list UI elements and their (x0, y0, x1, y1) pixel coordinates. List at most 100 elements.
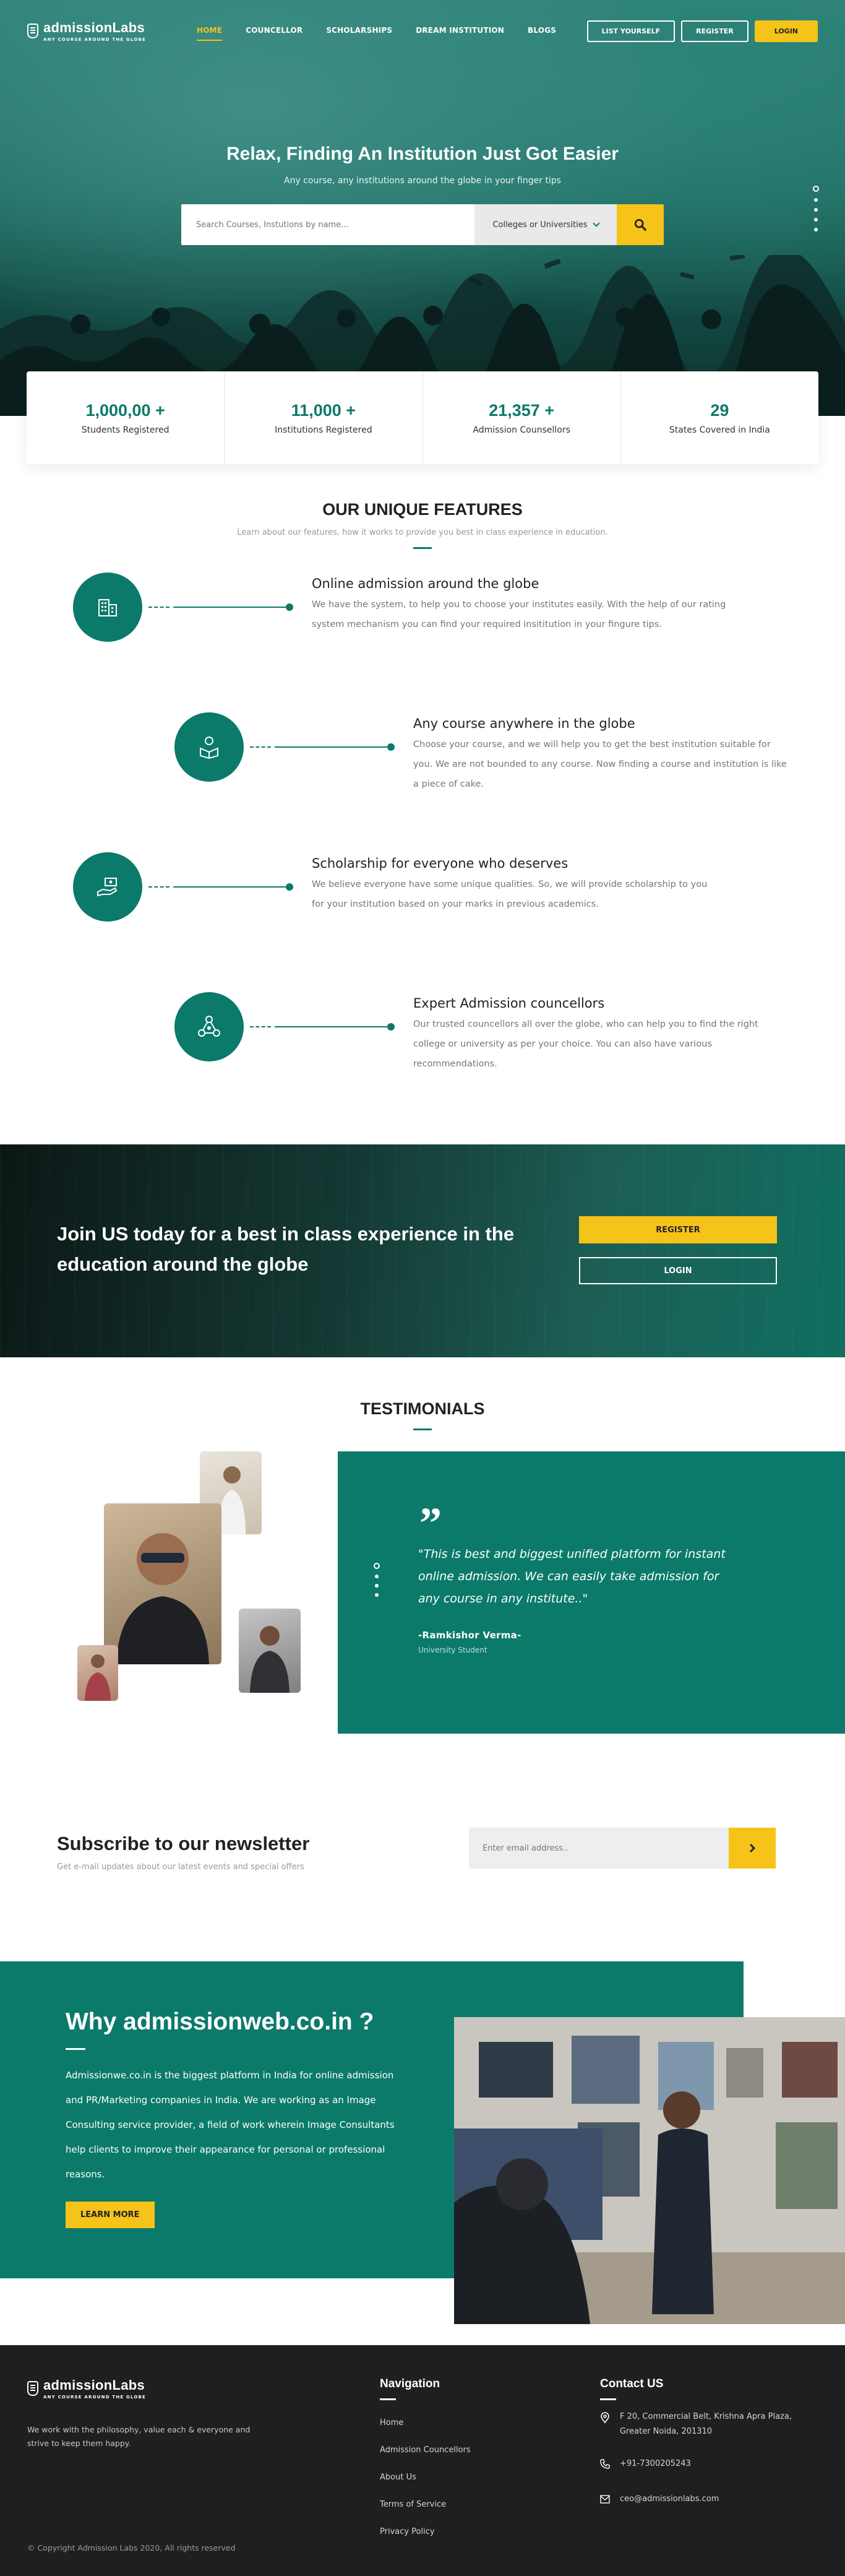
feature-text: We believe everyone have some unique qua… (312, 880, 708, 909)
brand-tagline: ANY COURSE AROUND THE GLOBE (43, 37, 147, 42)
slider-dot[interactable] (813, 186, 819, 192)
learn-more-button[interactable]: LEARN MORE (66, 2202, 155, 2228)
search-bar: Colleges or Universities (181, 204, 664, 245)
top-navigation: admissionLabs ANY COURSE AROUND THE GLOB… (0, 0, 845, 62)
list-yourself-button[interactable]: LIST YOURSELF (586, 20, 676, 42)
testimonial-dot[interactable] (375, 1593, 379, 1597)
title-underline (380, 2398, 396, 2400)
feature-text: Choose your course, and we will help you… (413, 740, 787, 789)
features-title: OUR UNIQUE FEATURES (322, 500, 523, 519)
building-icon (98, 599, 117, 616)
slider-dot[interactable] (814, 228, 818, 231)
feature-connector (148, 883, 293, 891)
slider-dot[interactable] (814, 198, 818, 202)
mail-icon (600, 2492, 611, 2509)
stat-label: Institutions Registered (275, 425, 372, 435)
stat-institutions: 11,000 + Institutions Registered (225, 371, 423, 464)
brand-logo[interactable]: admissionLabs ANY COURSE AROUND THE GLOB… (27, 20, 146, 42)
feature-connector (250, 1023, 395, 1031)
feature-icon-circle (174, 712, 244, 782)
search-button[interactable] (617, 204, 664, 245)
testimonial-card: ” "This is best and biggest unified plat… (338, 1451, 845, 1734)
chevron-right-icon (749, 1843, 756, 1853)
hero-title: Relax, Finding An Institution Just Got E… (226, 144, 619, 164)
join-cta-section: Join US today for a best in class experi… (0, 1144, 845, 1357)
nav-dream-institution[interactable]: DREAM INSTITUTION (416, 21, 504, 41)
address-text: F 20, Commercial Belt, Krishna Apra Plaz… (620, 2412, 792, 2436)
feature-item: Online admission around the globe We hav… (0, 573, 845, 712)
newsletter-title: Subscribe to our newsletter (57, 1833, 310, 1854)
footer-link-terms[interactable]: Terms of Service (380, 2491, 471, 2518)
search-input[interactable] (181, 204, 474, 245)
nav-scholarships[interactable]: SCHOLARSHIPS (326, 21, 392, 41)
feature-item: Expert Admission councellors Our trusted… (0, 992, 845, 1132)
cta-register-button[interactable]: REGISTER (579, 1216, 777, 1243)
footer-link-home[interactable]: Home (380, 2410, 471, 2437)
map-pin-icon (600, 2410, 611, 2439)
nav-councellor[interactable]: COUNCELLOR (246, 21, 302, 41)
main-menu: HOME COUNCELLOR SCHOLARSHIPS DREAM INSTI… (197, 21, 556, 41)
site-footer: admissionLabs ANY COURSE AROUND THE GLOB… (0, 2345, 845, 2576)
testimonial-author: -Ramkishor Verma- (418, 1630, 521, 1641)
stat-value: 21,357 + (489, 400, 555, 420)
copyright-text: © Copyright Admission Labs 2020, All rig… (27, 2543, 236, 2552)
nav-home[interactable]: HOME (197, 21, 223, 41)
testimonial-dots (374, 1563, 380, 1597)
login-button[interactable]: LOGIN (754, 20, 818, 42)
why-section: Why admissionweb.co.in ? Admissionwe.co.… (0, 1961, 845, 2345)
stat-label: States Covered in India (669, 425, 770, 435)
email-text: ceo@admissionlabs.com (620, 2494, 719, 2504)
title-underline (413, 1428, 432, 1430)
nav-blogs[interactable]: BLOGS (528, 21, 556, 41)
feature-icon-circle (174, 992, 244, 1061)
feature-item: Any course anywhere in the globe Choose … (0, 712, 845, 852)
feature-title: Expert Admission councellors (413, 996, 605, 1011)
select-value: Colleges or Universities (492, 220, 588, 230)
testimonial-dot[interactable] (375, 1575, 379, 1578)
contact-email[interactable]: ceo@admissionlabs.com (600, 2492, 823, 2509)
footer-link-councellors[interactable]: Admission Councellors (380, 2437, 471, 2464)
footer-nav-list: Home Admission Councellors About Us Term… (380, 2410, 471, 2546)
email-field[interactable] (469, 1828, 729, 1869)
institution-type-select[interactable]: Colleges or Universities (474, 204, 617, 245)
newsletter-subtitle: Get e-mail updates about our latest even… (57, 1862, 304, 1872)
footer-link-privacy[interactable]: Privacy Policy (380, 2518, 471, 2546)
subscribe-button[interactable] (729, 1828, 776, 1869)
feature-connector (250, 743, 395, 751)
why-text: Admissionwe.co.in is the biggest platfor… (66, 2070, 395, 2180)
footer-contact: F 20, Commercial Belt, Krishna Apra Plaz… (600, 2410, 823, 2526)
hero-section: admissionLabs ANY COURSE AROUND THE GLOB… (0, 0, 845, 416)
search-icon (634, 218, 646, 231)
nav-actions: LIST YOURSELF REGISTER LOGIN (586, 20, 818, 42)
stat-label: Students Registered (81, 425, 169, 435)
chevron-down-icon (592, 220, 600, 227)
testimonial-quote: "This is best and biggest unified platfo… (418, 1547, 726, 1606)
stats-bar: 1,000,00 + Students Registered 11,000 + … (27, 371, 818, 464)
testimonial-dot[interactable] (374, 1563, 380, 1569)
stat-value: 1,000,00 + (85, 400, 165, 420)
features-subtitle: Learn about our features, how it works t… (237, 528, 608, 537)
slider-dot[interactable] (814, 218, 818, 222)
register-button[interactable]: REGISTER (681, 20, 748, 42)
gallery-presentation-image (454, 2017, 845, 2324)
why-title: Why admissionweb.co.in ? (66, 2008, 374, 2035)
testimonial-dot[interactable] (375, 1584, 379, 1588)
slider-dot[interactable] (814, 208, 818, 212)
logo-icon (27, 2381, 38, 2396)
feature-icon-circle (73, 852, 142, 922)
feature-text: Our trusted councellors all over the glo… (413, 1019, 758, 1069)
stat-counsellors: 21,357 + Admission Counsellors (423, 371, 621, 464)
stat-value: 11,000 + (291, 400, 356, 420)
cta-heading: Join US today for a best in class experi… (57, 1223, 515, 1275)
hero-subtitle: Any course, any institutions around the … (284, 176, 561, 186)
footer-logo[interactable]: admissionLabs ANY COURSE AROUND THE GLOB… (27, 2377, 146, 2400)
phone-text: +91-7300205243 (620, 2459, 691, 2468)
cta-login-button[interactable]: LOGIN (579, 1257, 777, 1284)
feature-title: Scholarship for everyone who deserves (312, 856, 568, 871)
student-photo-small (239, 1609, 301, 1693)
feature-connector (148, 603, 293, 611)
footer-link-about[interactable]: About Us (380, 2464, 471, 2491)
contact-phone[interactable]: +91-7300205243 (600, 2457, 823, 2474)
phone-icon (600, 2457, 611, 2474)
student-photo-main (104, 1503, 221, 1664)
